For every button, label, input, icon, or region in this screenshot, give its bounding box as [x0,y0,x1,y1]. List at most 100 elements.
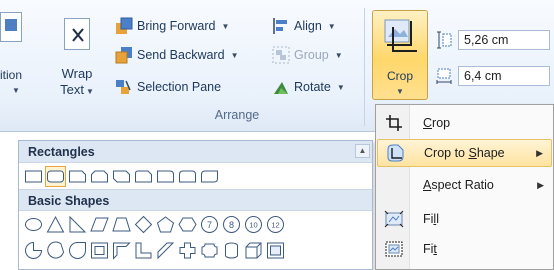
label-post: hape [476,146,505,160]
wrap-text-button[interactable]: Wrap Text ▼ [52,10,102,102]
align-button[interactable]: Align ▼ [272,15,336,37]
crop-dropdown-menu: Crop Crop to Shape ▶ Aspect Ratio ▶ Fill… [375,104,554,270]
octagon-shape-icon[interactable]: 8 [222,215,241,234]
half-frame-shape-icon[interactable] [112,241,131,260]
group-separator [364,8,365,126]
dodecagon-shape-icon[interactable]: 12 [266,215,285,234]
selection-pane-label: Selection Pane [137,80,222,94]
label-accelerator: C [423,116,433,130]
wrap-text-label-1: Wrap [61,66,93,81]
chevron-down-icon: ▼ [85,87,94,96]
width-icon [436,66,452,86]
right-triangle-shape-icon[interactable] [68,215,87,234]
cube-shape-icon[interactable] [244,241,263,260]
rectangles-row [19,163,372,189]
chevron-down-icon[interactable]: ▼ [328,22,336,31]
menu-item-crop-to-shape-label: Crop to Shape [412,146,505,160]
chevron-down-icon: ▼ [396,87,404,96]
menu-item-fit-label: Fit [411,242,437,256]
round-same-side-rectangle-shape-icon[interactable] [178,167,197,186]
align-icon [272,17,290,35]
snip-same-side-rectangle-shape-icon[interactable] [90,167,109,186]
frame-shape-icon[interactable] [90,241,109,260]
heptagon-number: 7 [207,220,212,230]
selection-pane-button[interactable]: Selection Pane [115,76,221,98]
plus-shape-icon[interactable] [178,241,197,260]
wrap-text-label-2-text: Text [60,82,84,97]
chord-shape-icon[interactable] [46,241,65,260]
group-icon [272,46,290,64]
crop-to-shape-gallery: Rectangles ▲ Basic Shapes 7 8 10 12 [18,140,373,270]
chevron-down-icon[interactable]: ▼ [222,22,230,31]
bring-forward-button[interactable]: Bring Forward ▼ [115,15,229,37]
snip-corner-rectangle-shape-icon[interactable] [68,167,87,186]
label-pre: Fi [423,212,434,226]
rotate-icon [272,78,290,96]
crop-label: Crop [386,69,413,83]
submenu-arrow-icon: ▶ [536,147,543,158]
position-button[interactable]: ition ▼ [0,10,30,100]
menu-item-fit[interactable]: Fit [377,235,552,263]
send-backward-icon [115,46,133,64]
label-post: spect Ratio [431,178,494,192]
snip-diagonal-rectangle-shape-icon[interactable] [112,167,131,186]
submenu-arrow-icon: ▶ [537,179,544,190]
align-label: Align [294,19,322,33]
chevron-down-icon: ▼ [12,86,20,95]
arrange-group-label: Arrange [214,108,260,122]
pie-shape-icon[interactable] [24,241,43,260]
position-label: ition [0,68,23,82]
fit-icon [377,240,411,258]
can-shape-icon[interactable] [222,241,241,260]
plaque-shape-icon[interactable] [200,241,219,260]
menu-item-fill[interactable]: Fill [377,205,552,233]
round-diagonal-rectangle-shape-icon[interactable] [200,167,219,186]
heptagon-shape-icon[interactable]: 7 [200,215,219,234]
shape-height-input[interactable]: 5,26 cm [458,30,550,50]
shape-width-input[interactable]: 6,4 cm [458,66,550,86]
crop-button[interactable]: Crop ▼ [372,10,428,100]
rectangle-shape-icon[interactable] [24,167,43,186]
rounded-rectangle-shape-icon[interactable] [45,165,66,187]
gallery-scroll-up-button[interactable]: ▲ [355,144,370,158]
label-pre: Fi [423,242,434,256]
wrap-text-icon [64,18,90,50]
send-backward-button[interactable]: Send Backward ▼ [115,44,238,66]
position-icon [0,12,22,42]
send-backward-label: Send Backward [137,48,225,62]
triangle-shape-icon[interactable] [46,215,65,234]
bring-forward-label: Bring Forward [137,19,216,33]
diagonal-stripe-shape-icon[interactable] [156,241,175,260]
label-accelerator: S [468,146,477,160]
decagon-number: 10 [249,220,257,229]
bevel-shape-icon[interactable] [266,241,285,260]
menu-item-fill-label: Fill [411,212,439,226]
menu-item-crop-to-shape[interactable]: Crop to Shape ▶ [377,139,552,167]
trapezoid-shape-icon[interactable] [112,215,131,234]
teardrop-shape-icon[interactable] [68,241,87,260]
octagon-number: 8 [229,220,234,230]
pentagon-shape-icon[interactable] [156,215,175,234]
chevron-down-icon[interactable]: ▼ [231,51,239,60]
menu-item-crop[interactable]: Crop [377,109,552,137]
menu-item-aspect-ratio[interactable]: Aspect Ratio ▶ [377,171,552,199]
crop-to-shape-icon [378,143,412,163]
l-shape-icon[interactable] [134,241,153,260]
chevron-down-icon[interactable]: ▼ [337,83,345,92]
group-button[interactable]: Group ▼ [272,44,343,66]
basic-shapes-row-1: 7 8 10 12 [19,211,372,237]
label-accelerator: t [433,242,437,256]
round-single-corner-rectangle-shape-icon[interactable] [156,167,175,186]
oval-shape-icon[interactable] [24,215,43,234]
rotate-button[interactable]: Rotate ▼ [272,76,345,98]
shape-height-row: 5,26 cm ⬍ [436,30,554,50]
crop-icon [377,114,411,132]
label-post: rop [432,116,451,130]
label-post: l [436,212,439,226]
snip-round-rectangle-shape-icon[interactable] [134,167,153,186]
decagon-shape-icon[interactable]: 10 [244,215,263,234]
parallelogram-shape-icon[interactable] [90,215,109,234]
label-pre: Crop to [424,146,469,160]
hexagon-shape-icon[interactable] [178,215,197,234]
diamond-shape-icon[interactable] [134,215,153,234]
